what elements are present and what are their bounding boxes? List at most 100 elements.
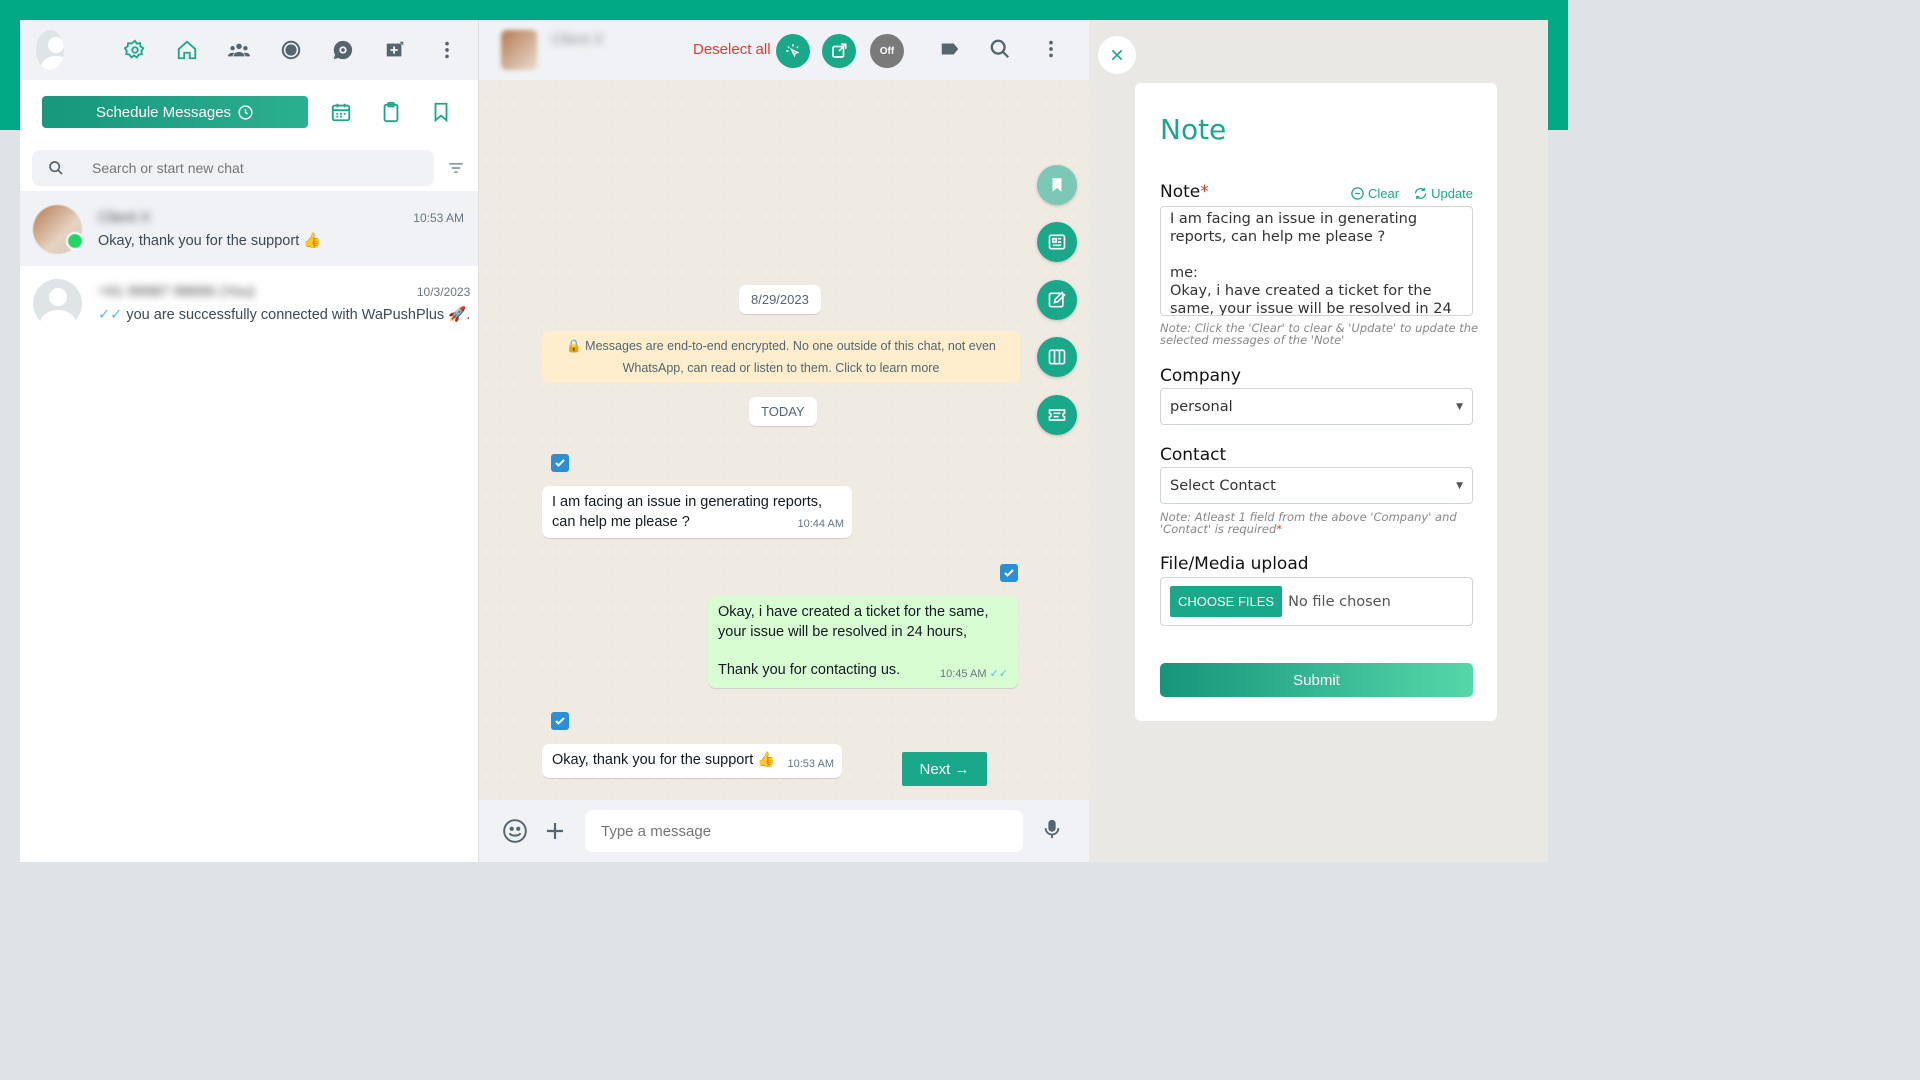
schedule-messages-label: Schedule Messages — [95, 103, 232, 121]
edit-note-icon — [1048, 291, 1066, 308]
outgoing-message[interactable]: Okay, i have created a ticket for the sa… — [708, 596, 1018, 688]
menu-dots-icon[interactable] — [1040, 38, 1062, 65]
company-select-value: personal — [1170, 398, 1233, 415]
choose-files-button[interactable]: CHOOSE FILES — [1170, 586, 1283, 617]
caret-down-icon: ▼ — [1456, 401, 1463, 412]
contact-label: Contact — [1160, 445, 1227, 465]
message-checkbox[interactable] — [1000, 564, 1018, 582]
ticket-fab[interactable] — [1037, 395, 1077, 435]
microphone-icon[interactable] — [1041, 817, 1063, 846]
incoming-message[interactable]: Okay, thank you for the support 👍 10:53 … — [542, 744, 842, 778]
note-title: Note — [1160, 113, 1227, 146]
company-select[interactable]: personal ▼ — [1160, 388, 1473, 425]
left-panel: Schedule Messages Search or start new ch… — [20, 20, 479, 862]
columns-fab[interactable] — [1037, 337, 1077, 377]
clock-icon — [238, 104, 253, 120]
message-checkbox[interactable] — [551, 712, 569, 730]
communities-icon[interactable] — [224, 35, 254, 65]
columns-icon — [1048, 349, 1066, 365]
contact-hint: Note: Atleast 1 field from the above 'Co… — [1160, 510, 1457, 536]
file-upload-field: CHOOSE FILES No file chosen — [1160, 577, 1473, 626]
note-fab[interactable] — [1037, 280, 1077, 320]
online-indicator — [66, 231, 84, 250]
new-chat-icon[interactable] — [380, 35, 410, 65]
today-chip: TODAY — [749, 397, 817, 426]
search-input[interactable] — [92, 159, 392, 176]
encryption-notice[interactable]: 🔒 Messages are end-to-end encrypted. No … — [542, 331, 1020, 383]
menu-dots-icon[interactable] — [432, 35, 462, 65]
message-line: your issue will be resolved in 24 hours, — [718, 624, 968, 640]
note-textarea[interactable]: I am facing an issue in generating repor… — [1160, 206, 1473, 316]
next-button[interactable]: Next → — [902, 752, 987, 786]
message-time: 10:45 AM — [940, 668, 987, 680]
message-text: I am facing an issue in generating repor… — [552, 494, 823, 530]
settings-gear-icon[interactable] — [120, 35, 150, 65]
close-button[interactable] — [1098, 36, 1136, 74]
emoji-icon[interactable] — [495, 818, 535, 844]
export-button[interactable] — [822, 34, 856, 68]
double-check-icon: ✓✓ — [98, 307, 123, 323]
clear-label: Clear — [1368, 186, 1400, 201]
search-row — [20, 144, 478, 192]
file-upload-label: File/Media upload — [1160, 554, 1309, 574]
check-icon — [1004, 569, 1014, 577]
chat-last-message: you are successfully connected with WaPu… — [126, 307, 471, 323]
message-checkbox[interactable] — [551, 454, 569, 472]
off-label: Off — [879, 45, 895, 57]
clipboard-icon[interactable] — [376, 97, 406, 127]
date-chip: 8/29/2023 — [739, 285, 821, 314]
chat-time: 10/3/2023 — [416, 284, 471, 299]
bookmark-icon[interactable] — [426, 97, 456, 127]
conversation-panel: Client X Deselect all Off 8/29/2023 🔒 Me… — [479, 20, 1089, 862]
report-fab[interactable] — [1037, 222, 1077, 262]
bookmark-fab[interactable] — [1037, 165, 1077, 205]
chat-avatar — [33, 278, 82, 328]
incoming-message[interactable]: I am facing an issue in generating repor… — [542, 486, 852, 538]
profile-avatar[interactable] — [36, 30, 64, 70]
chat-last-message: Okay, thank you for the support 👍 — [98, 233, 322, 249]
bookmark-icon — [1052, 178, 1062, 192]
schedule-messages-button[interactable]: Schedule Messages — [42, 96, 308, 128]
channels-icon[interactable] — [328, 35, 358, 65]
contact-name[interactable]: Client X — [551, 31, 604, 48]
search-icon[interactable] — [989, 38, 1011, 65]
label-tag-icon[interactable] — [939, 38, 961, 65]
attach-plus-icon[interactable] — [535, 819, 575, 843]
contact-select[interactable]: Select Contact ▼ — [1160, 467, 1473, 504]
message-time: 10:53 AM — [787, 758, 834, 770]
composer-bar — [479, 800, 1089, 862]
note-label: Note* — [1160, 182, 1209, 202]
contact-avatar[interactable] — [501, 30, 537, 70]
no-file-text: No file chosen — [1288, 593, 1391, 610]
update-button[interactable]: Update — [1413, 186, 1473, 201]
select-pointer-button[interactable] — [776, 34, 810, 68]
chat-list-item[interactable]: Client X 10:53 AM Okay, thank you for th… — [20, 192, 478, 266]
clear-button[interactable]: Clear — [1350, 186, 1399, 201]
external-link-icon — [832, 43, 847, 58]
deselect-all-button[interactable]: Deselect all — [693, 41, 771, 58]
message-input[interactable] — [585, 810, 1023, 852]
refresh-icon — [1414, 187, 1427, 200]
double-check-icon: ✓✓ — [989, 668, 1008, 680]
schedule-row: Schedule Messages — [20, 80, 478, 144]
search-icon — [49, 160, 63, 175]
note-panel: Note Note* Clear Update I am facing an i… — [1089, 20, 1548, 862]
chat-avatar — [33, 204, 84, 254]
note-card: Note Note* Clear Update I am facing an i… — [1135, 83, 1497, 721]
off-toggle[interactable]: Off — [870, 34, 904, 68]
calendar-icon[interactable] — [326, 97, 356, 127]
chat-name: Client X — [98, 209, 151, 226]
filter-icon[interactable] — [446, 158, 466, 178]
status-icon[interactable] — [276, 35, 306, 65]
message-text: Okay, thank you for the support 👍 — [552, 752, 776, 768]
newspaper-icon — [1048, 234, 1066, 250]
submit-button[interactable]: Submit — [1160, 663, 1473, 697]
close-icon — [1111, 49, 1123, 61]
chat-list-item[interactable]: +91 99987 98666 (You) 10/3/2023 ✓✓ you a… — [20, 266, 478, 340]
minus-circle-icon — [1351, 187, 1364, 200]
home-icon[interactable] — [172, 35, 202, 65]
check-icon — [555, 717, 565, 725]
chat-name: +91 99987 98666 (You) — [98, 283, 255, 300]
note-hint: Note: Click the 'Clear' to clear & 'Upda… — [1160, 321, 1479, 347]
message-line: Okay, i have created a ticket for the sa… — [718, 604, 989, 620]
